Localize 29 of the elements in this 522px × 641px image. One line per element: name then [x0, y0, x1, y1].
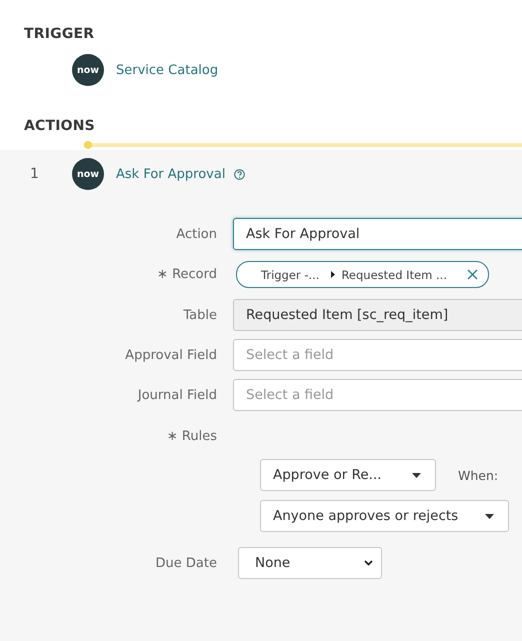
due-date-select[interactable]: None [238, 547, 382, 579]
rule-dropdown[interactable]: Approve or Re... [260, 459, 436, 491]
field-label: Due Date [154, 556, 217, 570]
logo-icon: now [72, 54, 104, 86]
help-icon[interactable] [234, 168, 246, 180]
record-pill[interactable]: Trigger -... Requested Item ... [236, 261, 489, 288]
field-label: Table [182, 308, 217, 322]
field-label: ∗ Rules [166, 428, 217, 444]
section-heading: TRIGGER [23, 26, 96, 42]
field-label: Action [175, 226, 217, 242]
step-number: 1 [29, 166, 40, 182]
close-icon[interactable] [466, 269, 478, 280]
when-label: When: [458, 468, 498, 482]
field-label: Journal Field [136, 388, 217, 402]
readonly-field: Requested Item [sc_req_item] [233, 299, 522, 331]
pill-token: Trigger -... [261, 268, 320, 282]
trigger-link[interactable]: Service Catalog [116, 62, 218, 78]
caret-icon [412, 472, 421, 478]
field-label: Approval Field [124, 348, 217, 362]
field-label: ∗ Record [156, 267, 217, 282]
caret-icon [485, 514, 494, 518]
action-link[interactable]: Ask For Approval [116, 166, 226, 182]
input-field[interactable]: Ask For Approval [233, 218, 522, 250]
pill-token: Requested Item ... [341, 268, 447, 282]
condition-dropdown[interactable]: Anyone approves or rejects [260, 500, 509, 532]
section-heading: ACTIONS [23, 118, 96, 134]
logo-icon: now [72, 158, 104, 190]
chevron-down-icon [364, 560, 373, 566]
caret-right-icon [331, 271, 336, 278]
